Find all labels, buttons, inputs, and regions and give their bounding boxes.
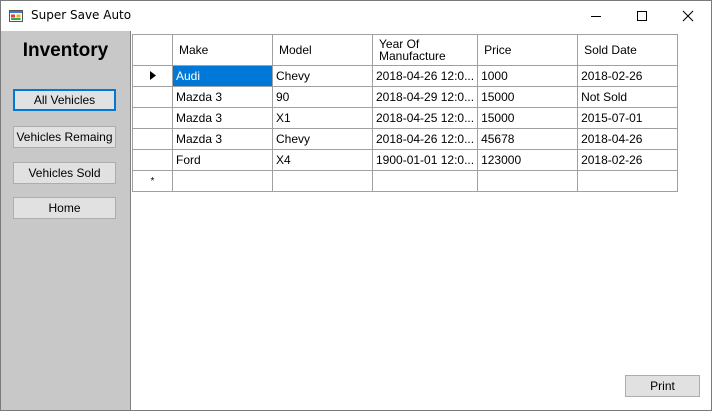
grid-cell[interactable]: 2018-02-26 [577,65,679,87]
grid-cell[interactable]: 123000 [477,149,579,171]
sidebar: Inventory All Vehicles Vehicles Remaing … [1,31,130,410]
minimize-button[interactable] [573,1,619,31]
grid-cell[interactable]: 15000 [477,107,579,129]
table-row[interactable]: Mazda 3 Chevy 2018-04-26 12:0... 45678 2… [132,128,679,150]
grid-cell[interactable]: 2018-04-25 12:0... [371,107,479,129]
row-header[interactable] [132,128,173,150]
sidebar-title: Inventory [22,40,109,61]
grid-cell[interactable]: Ford [172,149,273,171]
grid-cell[interactable]: 2018-04-26 12:0... [371,65,479,87]
print-button[interactable]: Print [625,375,700,397]
maximize-button[interactable] [619,1,665,31]
windows-forms-app-icon [9,10,23,22]
grid-cell[interactable]: 2018-04-26 12:0... [371,128,479,150]
column-header-model[interactable]: Model [272,34,373,66]
grid-cell[interactable]: X1 [272,107,373,129]
grid-cell[interactable]: 1000 [477,65,579,87]
grid-cell[interactable]: Chevy [272,128,373,150]
home-button[interactable]: Home [13,197,116,219]
row-header[interactable] [132,107,173,129]
grid-header-row: Make Model Year Of Manufacture Price Sol… [132,34,679,66]
grid-cell[interactable]: Mazda 3 [172,128,273,150]
grid-cell[interactable]: 2018-04-29 12:0... [371,86,479,108]
window-title: Super Save Auto [31,8,132,22]
column-header-year[interactable]: Year Of Manufacture [371,34,479,66]
grid-cell[interactable] [272,170,373,192]
maximize-icon [637,11,647,21]
grid-cell[interactable] [371,170,479,192]
column-header-make[interactable]: Make [172,34,273,66]
grid-cell[interactable] [477,170,579,192]
close-button[interactable] [665,1,711,31]
column-header-year-label: Year Of Manufacture [379,37,446,63]
close-icon [682,10,694,22]
grid-corner-cell[interactable] [132,34,173,66]
vehicles-grid[interactable]: Make Model Year Of Manufacture Price Sol… [132,34,679,192]
column-header-price[interactable]: Price [477,34,579,66]
table-row[interactable]: Ford X4 1900-01-01 12:0... 123000 2018-0… [132,149,679,171]
new-row[interactable]: * [132,170,679,192]
vehicles-remaining-button[interactable]: Vehicles Remaing [13,126,116,148]
grid-cell[interactable]: Mazda 3 [172,107,273,129]
grid-cell[interactable]: 15000 [477,86,579,108]
grid-cell[interactable] [172,170,273,192]
grid-cell[interactable]: Chevy [272,65,373,87]
grid-cell[interactable]: 90 [272,86,373,108]
title-bar[interactable]: Super Save Auto [1,1,711,31]
grid-cell[interactable]: 2018-02-26 [577,149,679,171]
app-window: Super Save Auto Inventory All Vehicles V… [0,0,712,411]
row-header[interactable] [132,149,173,171]
grid-cell[interactable]: 1900-01-01 12:0... [371,149,479,171]
vehicles-sold-button[interactable]: Vehicles Sold [13,162,116,184]
table-row[interactable]: Mazda 3 X1 2018-04-25 12:0... 15000 2015… [132,107,679,129]
grid-cell[interactable]: X4 [272,149,373,171]
current-row-arrow-icon [149,71,156,80]
column-header-sold-date[interactable]: Sold Date [577,34,679,66]
grid-cell[interactable]: Audi [172,65,273,87]
grid-cell[interactable]: Not Sold [577,86,679,108]
table-row[interactable]: Audi Chevy 2018-04-26 12:0... 1000 2018-… [132,65,679,87]
table-row[interactable]: Mazda 3 90 2018-04-29 12:0... 15000 Not … [132,86,679,108]
grid-cell[interactable] [577,170,679,192]
grid-cell[interactable]: 45678 [477,128,579,150]
new-row-marker: * [132,170,173,192]
grid-cell[interactable]: 2015-07-01 [577,107,679,129]
row-header[interactable] [132,86,173,108]
grid-cell[interactable]: Mazda 3 [172,86,273,108]
row-header[interactable] [132,65,173,87]
grid-cell[interactable]: 2018-04-26 [577,128,679,150]
main-panel: Make Model Year Of Manufacture Price Sol… [130,31,711,410]
all-vehicles-button[interactable]: All Vehicles [13,89,116,111]
minimize-icon [591,16,601,17]
